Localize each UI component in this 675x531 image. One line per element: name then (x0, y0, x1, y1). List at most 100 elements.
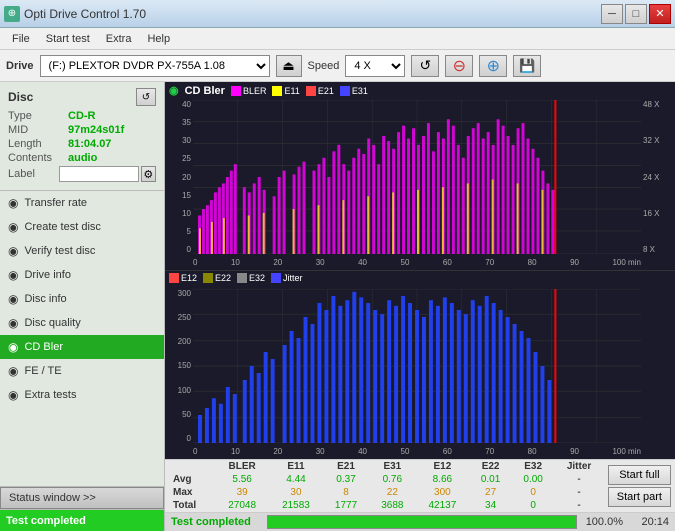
stats-row: BLER E11 E21 E31 E12 E22 E32 Jitter (165, 460, 675, 512)
nav-label-transfer-rate: Transfer rate (24, 197, 87, 209)
disc-contents-row: Contents audio (8, 152, 156, 164)
disc-type-label: Type (8, 110, 68, 122)
nav-label-disc-info: Disc info (24, 293, 66, 305)
disc-label-input[interactable] (59, 166, 139, 182)
sidebar-item-extra-tests[interactable]: ◉ Extra tests (0, 383, 164, 407)
stats-avg-e11: 4.44 (269, 473, 323, 486)
stats-table: BLER E11 E21 E31 E12 E22 E32 Jitter (165, 460, 604, 512)
menu-file[interactable]: File (4, 31, 38, 47)
stats-max-jitter: - (554, 486, 603, 499)
sidebar-item-verify-test-disc[interactable]: ◉ Verify test disc (0, 239, 164, 263)
nav-label-extra-tests: Extra tests (24, 389, 76, 401)
progress-bar-inner (268, 516, 576, 528)
legend-e31-box (340, 86, 350, 96)
disc-length-label: Length (8, 138, 68, 150)
start-full-button[interactable]: Start full (608, 465, 671, 485)
stats-header-e12: E12 (415, 460, 469, 473)
chart2-legend-jitter: Jitter (271, 273, 303, 283)
disc-mid-label: MID (8, 124, 68, 136)
maximize-button[interactable]: □ (625, 4, 647, 24)
chart2-legend-e22: E22 (203, 273, 231, 283)
speed-select[interactable]: 4 X (345, 55, 405, 77)
titlebar-controls: ─ □ ✕ (601, 4, 671, 24)
bottom-test-status: Test completed (0, 509, 164, 531)
drive-select[interactable]: (F:) PLEXTOR DVDR PX-755A 1.08 (40, 55, 270, 77)
chart1-title: CD Bler (185, 85, 225, 97)
stats-total-jitter: - (554, 499, 603, 512)
eject-button[interactable]: ⏏ (276, 55, 302, 77)
stats-max-e22: 27 (469, 486, 512, 499)
save-button[interactable]: 💾 (513, 55, 541, 77)
sidebar-item-create-test-disc[interactable]: ◉ Create test disc (0, 215, 164, 239)
stats-total-e12: 42137 (415, 499, 469, 512)
close-button[interactable]: ✕ (649, 4, 671, 24)
stats-total-e11: 21583 (269, 499, 323, 512)
chart1: ◉ CD Bler BLER E11 E21 (165, 82, 675, 271)
nav-label-verify-test-disc: Verify test disc (24, 245, 95, 257)
chart1-icon: ◉ (169, 84, 179, 97)
disc-refresh-button[interactable]: ↺ (136, 88, 156, 106)
stats-area: BLER E11 E21 E31 E12 E22 E32 Jitter (165, 459, 675, 531)
sidebar-item-disc-quality[interactable]: ◉ Disc quality (0, 311, 164, 335)
nav-icon-transfer-rate: ◉ (8, 196, 18, 210)
stats-header-e22: E22 (469, 460, 512, 473)
sidebar-item-cd-bler[interactable]: ◉ CD Bler (0, 335, 164, 359)
stats-max-e11: 30 (269, 486, 323, 499)
sidebar-item-transfer-rate[interactable]: ◉ Transfer rate (0, 191, 164, 215)
disc-label-label: Label (8, 168, 59, 180)
chart2-yaxis-left: 300 250 200 150 100 50 0 (165, 289, 193, 443)
stats-header-e11: E11 (269, 460, 323, 473)
stats-label-total: Total (165, 499, 215, 512)
menu-extra[interactable]: Extra (98, 31, 140, 47)
disc-mid-val: 97m24s01f (68, 124, 124, 136)
sidebar-item-disc-info[interactable]: ◉ Disc info (0, 287, 164, 311)
chart1-legend: ◉ CD Bler BLER E11 E21 (169, 84, 368, 97)
legend-e31-label: E31 (352, 86, 368, 96)
stats-avg-e32: 0.00 (512, 473, 555, 486)
burn-button[interactable]: ⊕ (479, 55, 507, 77)
status-window-button[interactable]: Status window >> (0, 487, 164, 509)
chart2-svg (193, 289, 641, 443)
start-part-button[interactable]: Start part (608, 487, 671, 507)
app-icon: ⊕ (4, 6, 20, 22)
stats-header-e32: E32 (512, 460, 555, 473)
drive-label: Drive (6, 60, 34, 72)
chart2-xaxis: 0 10 20 30 40 50 60 70 80 90 100 min (193, 443, 641, 459)
stats-avg-jitter: - (554, 473, 603, 486)
progress-bar-outer (267, 515, 577, 529)
chart1-legend-e31: E31 (340, 86, 368, 96)
legend-e22-box (203, 273, 213, 283)
nav-label-cd-bler: CD Bler (24, 341, 63, 353)
disc-label-gear[interactable]: ⚙ (141, 166, 156, 182)
menu-help[interactable]: Help (139, 31, 178, 47)
chart1-yaxis-right: 48 X 32 X 24 X 16 X 8 X (641, 100, 675, 254)
stats-avg-e22: 0.01 (469, 473, 512, 486)
menu-start-test[interactable]: Start test (38, 31, 98, 47)
stats-max-e32: 0 (512, 486, 555, 499)
chart2: E12 E22 E32 Jitter (165, 271, 675, 459)
titlebar: ⊕ Opti Drive Control 1.70 ─ □ ✕ (0, 0, 675, 28)
stats-max-e21: 8 (323, 486, 369, 499)
stats-max-bler: 39 (215, 486, 269, 499)
sidebar-item-drive-info[interactable]: ◉ Drive info (0, 263, 164, 287)
minimize-button[interactable]: ─ (601, 4, 623, 24)
titlebar-left: ⊕ Opti Drive Control 1.70 (4, 6, 146, 22)
stats-avg-e21: 0.37 (323, 473, 369, 486)
sidebar-item-fe-te[interactable]: ◉ FE / TE (0, 359, 164, 383)
stats-header-empty (165, 460, 215, 473)
speed-refresh-button[interactable]: ↺ (411, 55, 439, 77)
sidebar: Disc ↺ Type CD-R MID 97m24s01f Length 81… (0, 82, 165, 531)
progress-pct: 100.0% (583, 516, 623, 528)
disc-contents-val: audio (68, 152, 97, 164)
stats-header-e21: E21 (323, 460, 369, 473)
erase-button[interactable]: ⊖ (445, 55, 473, 77)
action-buttons: Start full Start part (604, 460, 675, 512)
disc-length-row: Length 81:04.07 (8, 138, 156, 150)
legend-jitter-label: Jitter (283, 273, 303, 283)
table-row-avg: Avg 5.56 4.44 0.37 0.76 8.66 0.01 0.00 - (165, 473, 604, 486)
nav-icon-disc-info: ◉ (8, 292, 18, 306)
legend-e21-label: E21 (318, 86, 334, 96)
stats-total-bler: 27048 (215, 499, 269, 512)
nav-icon-create-test-disc: ◉ (8, 220, 18, 234)
nav-label-drive-info: Drive info (24, 269, 70, 281)
